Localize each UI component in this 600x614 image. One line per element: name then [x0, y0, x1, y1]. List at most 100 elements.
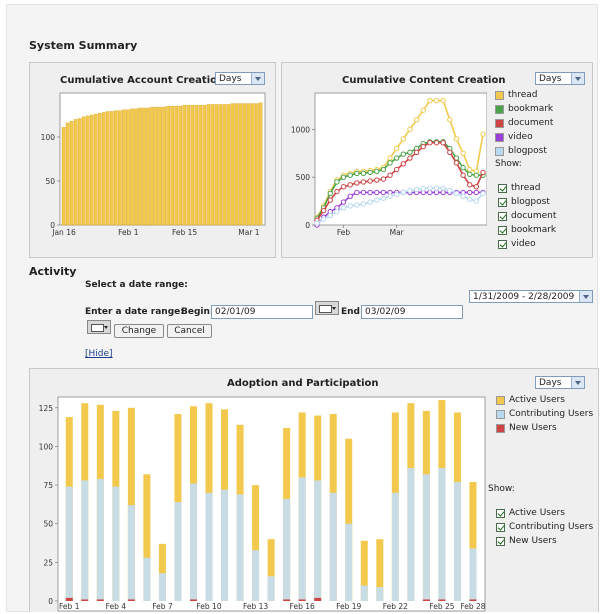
legend-swatch	[495, 146, 504, 156]
account-bar	[258, 102, 263, 226]
bookmark-point	[360, 170, 367, 177]
document-point	[400, 161, 407, 167]
account-bar	[138, 107, 142, 226]
checkbox-label: video	[511, 239, 536, 249]
contributing-users-bar	[267, 576, 275, 601]
account-bar	[162, 106, 166, 226]
document-point	[347, 182, 353, 188]
x-tick-label: Feb 28	[460, 602, 485, 611]
document-point	[427, 140, 433, 146]
blogpost-point	[400, 189, 407, 196]
show-checkbox-active-users[interactable]: Active Users	[496, 508, 565, 518]
account-bar	[214, 104, 219, 226]
blogpost-point	[453, 190, 460, 197]
thread-point	[387, 155, 393, 161]
legend-item-thread: thread	[495, 90, 538, 100]
contributing-users-bar	[438, 468, 446, 601]
checkbox-checked-icon[interactable]	[498, 183, 507, 193]
account-bar	[246, 103, 251, 226]
blogpost-point	[393, 191, 400, 198]
contributing-users-bar	[376, 587, 384, 601]
show-checkbox-blogpost[interactable]: blogpost	[498, 197, 550, 207]
checkbox-checked-icon[interactable]	[498, 239, 507, 249]
blogpost-point	[460, 193, 466, 200]
blogpost-point	[473, 198, 480, 204]
date-range-dropdown[interactable]: 1/31/2009 - 2/28/2009	[469, 290, 593, 303]
account-bar	[77, 118, 82, 226]
thread-point	[480, 131, 486, 137]
x-tick-label: Feb 22	[383, 602, 408, 611]
end-calendar-icon[interactable]	[87, 320, 111, 334]
adoption-show-label: Show:	[488, 484, 515, 494]
content-period-select[interactable]: Days	[535, 72, 585, 85]
y-tick-label: 25	[43, 558, 53, 567]
show-checkbox-video[interactable]: video	[498, 239, 536, 249]
document-point	[387, 172, 393, 178]
account-bar	[182, 105, 187, 226]
account-bar	[194, 105, 199, 226]
show-checkbox-document[interactable]: document	[498, 211, 556, 221]
video-point	[433, 189, 440, 196]
account-bar	[85, 115, 90, 226]
adoption-period-select[interactable]: Days	[535, 376, 585, 389]
account-bar	[158, 106, 162, 226]
bookmark-point	[327, 190, 333, 197]
checkbox-label: Contributing Users	[509, 522, 594, 532]
thread-point	[460, 150, 466, 156]
checkbox-checked-icon[interactable]	[496, 508, 505, 518]
checkbox-checked-icon[interactable]	[496, 522, 505, 532]
account-bar	[69, 120, 74, 226]
account-bar	[198, 105, 203, 226]
thread-point	[400, 136, 407, 142]
checkbox-label: document	[511, 211, 557, 221]
show-checkbox-thread[interactable]: thread	[498, 183, 541, 193]
document-point	[433, 140, 440, 146]
checkbox-label: bookmark	[511, 225, 557, 235]
show-checkbox-new-users[interactable]: New Users	[496, 536, 557, 546]
begin-date-input[interactable]: 02/01/09	[211, 305, 313, 319]
x-tick-label: Feb 16	[290, 602, 315, 611]
thread-point	[427, 97, 433, 104]
new-users-bar	[298, 599, 306, 601]
show-checkbox-bookmark[interactable]: bookmark	[498, 225, 556, 235]
bookmark-point	[387, 160, 393, 166]
legend-item-contributing-users: Contributing Users	[496, 409, 593, 419]
checkbox-checked-icon[interactable]	[498, 197, 507, 207]
new-users-bar	[438, 599, 446, 601]
bookmark-point	[400, 151, 407, 157]
show-checkbox-contributing-users[interactable]: Contributing Users	[496, 522, 593, 532]
document-point	[340, 184, 347, 190]
legend-item-blogpost: blogpost	[495, 146, 547, 156]
chevron-down-icon	[571, 73, 584, 84]
thread-point	[467, 166, 473, 173]
legend-swatch	[496, 409, 505, 419]
video-point	[360, 189, 367, 196]
contributing-users-bar	[345, 523, 353, 601]
video-point	[367, 189, 373, 196]
end-date-input[interactable]: 03/02/09	[361, 305, 463, 319]
change-button[interactable]: Change	[114, 324, 164, 338]
account-bar	[230, 103, 235, 226]
bookmark-point	[347, 172, 353, 178]
checkbox-checked-icon[interactable]	[496, 536, 505, 546]
checkbox-checked-icon[interactable]	[498, 225, 507, 235]
new-users-bar	[283, 599, 291, 601]
account-bar	[202, 105, 207, 226]
begin-calendar-icon[interactable]	[315, 301, 339, 315]
account-bar	[186, 105, 191, 226]
account-bar	[130, 108, 134, 226]
legend-swatch	[496, 423, 505, 433]
system-summary-title: System Summary	[29, 39, 138, 52]
account-bar	[222, 104, 227, 226]
document-point	[447, 149, 453, 156]
legend-item-active-users: Active Users	[496, 395, 565, 405]
account-bar	[178, 106, 183, 226]
blogpost-point	[374, 197, 380, 203]
cancel-button[interactable]: Cancel	[167, 324, 212, 338]
checkbox-checked-icon[interactable]	[498, 211, 507, 221]
document-point	[453, 160, 460, 166]
new-users-bar	[189, 599, 197, 601]
contributing-users-bar	[158, 573, 166, 601]
blogpost-point	[354, 202, 360, 208]
hide-link[interactable]: [Hide]	[85, 349, 113, 359]
